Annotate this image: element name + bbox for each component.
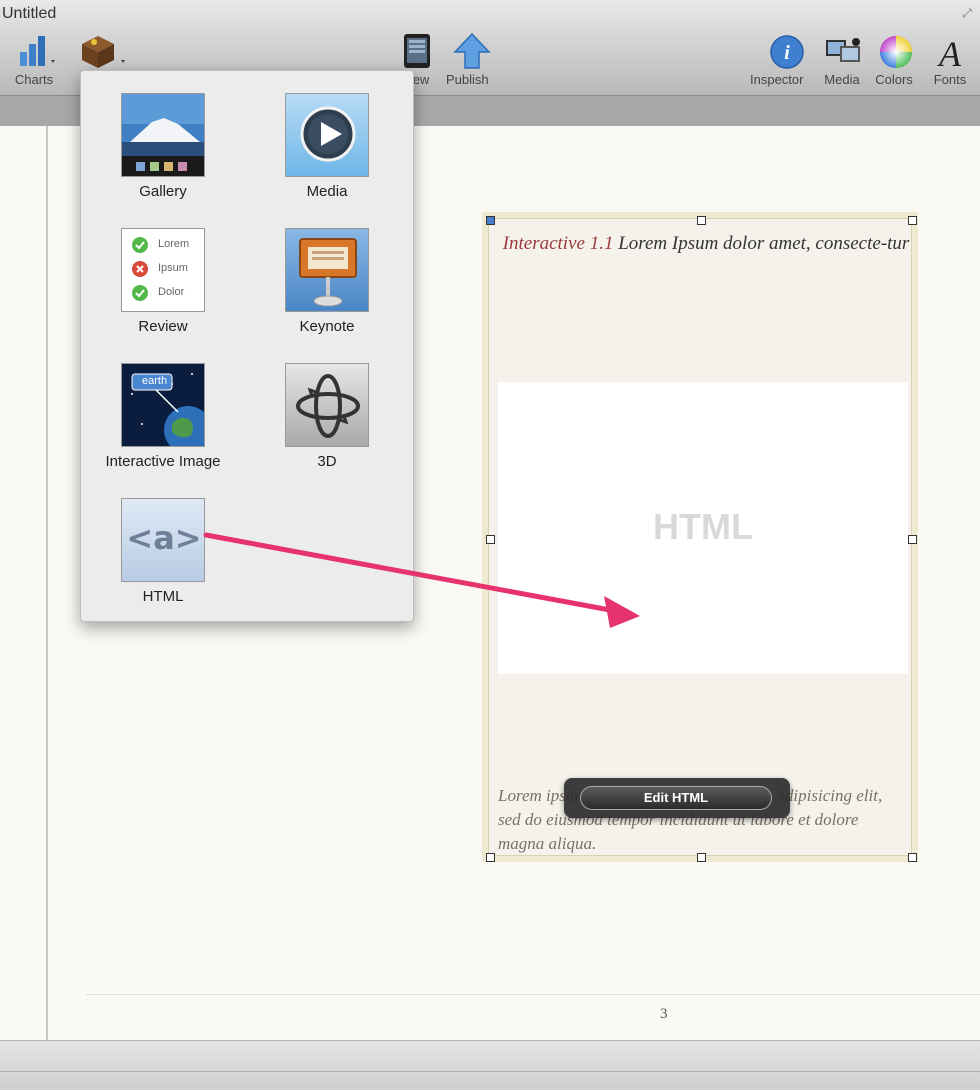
fonts-label: Fonts [933,72,967,87]
edit-html-hud: Edit HTML [564,778,790,818]
widget-label-html: HTML [142,588,184,605]
html-icon: <a> [121,498,205,582]
widget-item-media[interactable]: Media [247,93,407,200]
widget-item-review[interactable]: Lorem Ipsum Dolor Review [83,228,243,335]
selection-handle-left[interactable] [486,535,495,544]
html-widget[interactable]: Interactive 1.1 Lorem Ipsum dolor amet, … [482,212,918,862]
colors-label: Colors [875,72,913,87]
widget-label-review: Review [138,318,188,335]
publish-label: Publish [446,72,489,87]
charts-label: Charts [14,72,54,87]
media-button[interactable]: Media [822,32,862,87]
selection-handle-bottom[interactable] [697,853,706,862]
selection-handle-top-right[interactable] [908,216,917,225]
media-label: Media [824,72,860,87]
colors-button[interactable]: Colors [874,32,914,87]
selection-handle-top-left[interactable] [486,216,495,225]
color-wheel-icon [874,32,914,70]
review-row-3: Dolor [158,286,185,298]
font-a-icon: A [930,32,970,74]
status-bar-divider [0,1071,980,1072]
html-placeholder: HTML [653,506,753,547]
title-bar: Untitled ⤢ [0,0,980,30]
widget-label-keynote: Keynote [299,318,355,335]
publish-button[interactable]: Publish [446,32,492,87]
widget-label-media: Media [306,183,348,200]
charts-button[interactable]: Charts [14,32,55,87]
review-row-1: Lorem [158,238,190,250]
selection-handle-right[interactable] [908,535,917,544]
footer-divider [86,994,980,995]
widget-title-label: Interactive 1.1 [502,233,614,254]
page-number: 3 [660,1006,668,1022]
3d-icon [285,363,369,447]
keynote-icon [285,228,369,312]
selection-handle-bottom-right[interactable] [908,853,917,862]
widget-box-icon [76,32,125,70]
edit-html-button[interactable]: Edit HTML [580,786,772,810]
widget-label-interactive-image: Interactive Image [105,453,221,470]
fullscreen-icon[interactable]: ⤢ [960,6,974,20]
info-icon: i [757,32,804,70]
media-icon [285,93,369,177]
inspector-label: Inspector [750,72,804,87]
page-thumbnails-pane[interactable] [0,126,48,1040]
widgets-menu: Gallery Media Lorem Ipsum Dolor Review K… [80,70,414,622]
widget-item-gallery[interactable]: Gallery [83,93,243,200]
review-icon: Lorem Ipsum Dolor [121,228,205,312]
widget-item-3d[interactable]: 3D [247,363,407,470]
publish-arrow-icon [447,32,492,70]
interactive-image-icon: earth [121,363,205,447]
html-content-area[interactable]: HTML [498,382,908,674]
window-title: Untitled [2,5,57,22]
interactive-image-tag: earth [142,375,168,387]
fonts-button[interactable]: A Fonts [930,32,970,87]
svg-text:A: A [937,34,962,70]
widget-item-interactive-image[interactable]: earth Interactive Image [83,363,243,470]
review-row-2: Ipsum [158,262,188,274]
status-bar [0,1040,980,1090]
svg-text:i: i [784,42,790,64]
bar-chart-icon [14,32,55,70]
ipad-icon [396,32,436,70]
media-browser-icon [822,32,862,70]
inspector-button[interactable]: i Inspector [750,32,804,87]
selection-handle-bottom-left[interactable] [486,853,495,862]
widget-item-html[interactable]: <a> HTML [83,498,243,605]
widget-label-gallery: Gallery [139,183,187,200]
widget-title-text: Lorem Ipsum dolor amet, consecte-tur [613,233,910,254]
widget-label-3d: 3D [317,453,337,470]
gallery-icon [121,93,205,177]
widget-item-keynote[interactable]: Keynote [247,228,407,335]
html-glyph: <a> [126,519,202,557]
widget-title[interactable]: Interactive 1.1 Lorem Ipsum dolor amet, … [502,232,910,256]
selection-handle-top[interactable] [697,216,706,225]
